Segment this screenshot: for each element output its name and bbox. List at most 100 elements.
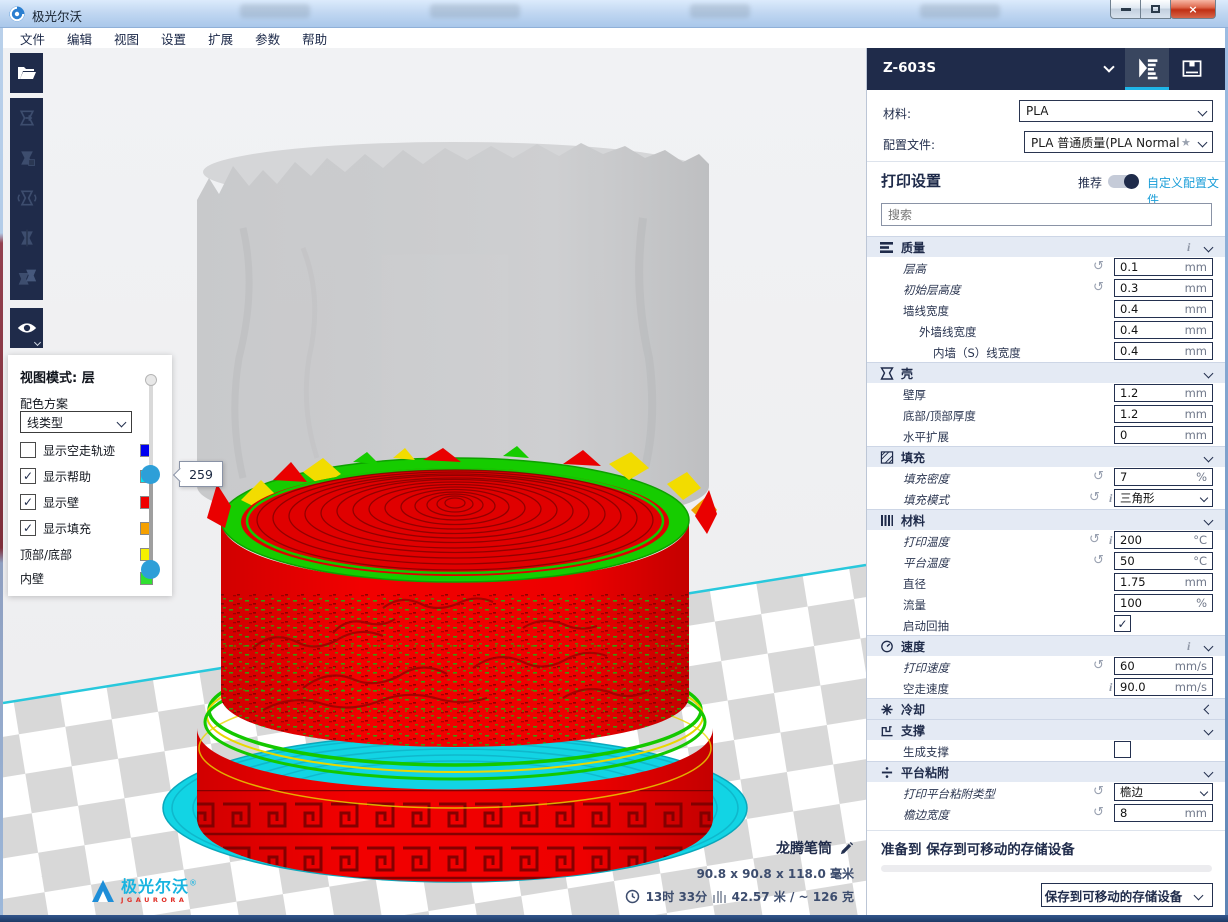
menu-view[interactable]: 视图 xyxy=(103,29,150,48)
per-model-settings-button[interactable] xyxy=(10,258,43,298)
layer-slider-top-handle[interactable] xyxy=(145,374,157,386)
show-shell-checkbox[interactable]: ✓ xyxy=(20,494,36,510)
chevron-down-icon xyxy=(1194,890,1204,900)
wall-thickness-input[interactable]: 1.2mm xyxy=(1114,384,1213,402)
top-bottom-thickness-input[interactable]: 1.2mm xyxy=(1114,405,1213,423)
print-time: 13时 33分 xyxy=(646,888,708,905)
profile-select[interactable]: PLA 普通质量(PLA Normal Qua ★ xyxy=(1024,131,1213,153)
flow-input[interactable]: 100% xyxy=(1114,594,1213,612)
setting-flow: 流量 100% xyxy=(867,593,1225,614)
info-icon: i xyxy=(1109,680,1112,695)
divider xyxy=(867,830,1225,831)
menu-edit[interactable]: 编辑 xyxy=(56,29,103,48)
printer-name[interactable]: Z-603S xyxy=(883,60,936,76)
search-input[interactable] xyxy=(882,205,1211,226)
titlebar[interactable]: 极光尔沃 × xyxy=(0,0,1228,28)
reset-icon[interactable]: ↺ xyxy=(1089,490,1100,505)
eye-icon xyxy=(16,321,38,335)
layer-height-input[interactable]: 0.1mm xyxy=(1114,258,1213,276)
info-icon: i xyxy=(1187,639,1190,654)
section-title: 填充 xyxy=(901,449,925,466)
outer-wall-line-width-input[interactable]: 0.4mm xyxy=(1114,321,1213,339)
section-infill[interactable]: 填充 xyxy=(867,446,1225,467)
toggle-knob xyxy=(1124,174,1139,189)
section-support[interactable]: 支撑 xyxy=(867,719,1225,740)
reset-icon[interactable]: ↺ xyxy=(1093,280,1104,295)
reset-icon[interactable]: ↺ xyxy=(1093,553,1104,568)
reset-icon[interactable]: ↺ xyxy=(1093,259,1104,274)
generate-support-checkbox[interactable] xyxy=(1114,741,1131,758)
section-quality[interactable]: 质量 i xyxy=(867,236,1225,257)
layer-slider-handle[interactable] xyxy=(141,465,160,484)
layer-slider-track-lower[interactable] xyxy=(149,474,153,573)
scale-tool-icon xyxy=(17,148,37,168)
reset-icon[interactable]: ↺ xyxy=(1093,658,1104,673)
setting-enable-retraction: 启动回抽 ✓ xyxy=(867,614,1225,635)
setting-infill-density: 填充密度 ↺ 7% xyxy=(867,467,1225,488)
view-mode-title: 视图模式: 层 xyxy=(20,367,95,386)
titlebar-artifact xyxy=(690,4,750,18)
setting-label: 底部/顶部厚度 xyxy=(903,408,976,424)
bed-temperature-input[interactable]: 50°C xyxy=(1114,552,1213,570)
section-shell[interactable]: 壳 xyxy=(867,362,1225,383)
printer-header: Z-603S xyxy=(867,48,1225,90)
wall-line-width-input[interactable]: 0.4mm xyxy=(1114,300,1213,318)
brim-width-input[interactable]: 8mm xyxy=(1114,804,1213,822)
reset-icon[interactable]: ↺ xyxy=(1093,805,1104,820)
print-temperature-input[interactable]: 200°C xyxy=(1114,531,1213,549)
rotate-tool-icon xyxy=(16,188,38,208)
recommended-custom-toggle[interactable] xyxy=(1108,175,1138,188)
menu-parameters[interactable]: 参数 xyxy=(244,29,291,48)
chevron-down-icon[interactable] xyxy=(1103,61,1114,72)
horizontal-expansion-input[interactable]: 0mm xyxy=(1114,426,1213,444)
save-to-removable-button[interactable]: 保存到可移动的存储设备 xyxy=(1041,883,1186,907)
adhesion-type-select[interactable]: 檐边 xyxy=(1114,783,1213,801)
inner-wall-line-width-input[interactable]: 0.4mm xyxy=(1114,342,1213,360)
open-file-button[interactable] xyxy=(10,53,43,93)
show-travels-checkbox[interactable] xyxy=(20,442,36,458)
viewport-3d[interactable]: 视图模式: 层 配色方案 线类型 显示空走轨迹 ✓ 显示帮助 ✓ xyxy=(3,48,866,915)
mirror-tool-button[interactable] xyxy=(10,218,43,258)
tab-prepare[interactable] xyxy=(1125,48,1169,90)
enable-retraction-checkbox[interactable]: ✓ xyxy=(1114,615,1131,632)
close-button[interactable]: × xyxy=(1170,0,1216,19)
print-speed-input[interactable]: 60mm/s xyxy=(1114,657,1213,675)
travel-speed-input[interactable]: 90.0mm/s xyxy=(1114,678,1213,696)
menu-file[interactable]: 文件 xyxy=(9,29,56,48)
layer-slider-bottom-handle[interactable] xyxy=(141,560,160,579)
save-options-dropdown[interactable] xyxy=(1185,883,1213,907)
view-mode-button[interactable] xyxy=(10,308,43,348)
edit-pencil-icon[interactable] xyxy=(839,841,854,856)
setting-horizontal-expansion: 水平扩展 0mm xyxy=(867,425,1225,446)
infill-density-input[interactable]: 7% xyxy=(1114,468,1213,486)
material-select[interactable]: PLA xyxy=(1019,100,1213,122)
rotate-tool-button[interactable] xyxy=(10,178,43,218)
minimize-button[interactable] xyxy=(1110,0,1141,19)
recommended-label: 推荐 xyxy=(1078,174,1102,191)
section-cooling[interactable]: 冷却 xyxy=(867,698,1225,719)
move-tool-button[interactable] xyxy=(10,98,43,138)
color-scheme-select[interactable]: 线类型 xyxy=(20,411,132,433)
profile-value: PLA 普通质量(PLA Normal Qua xyxy=(1031,134,1179,151)
setting-print-speed: 打印速度 ↺ 60mm/s xyxy=(867,656,1225,677)
infill-pattern-select[interactable]: 三角形 xyxy=(1114,489,1213,507)
initial-layer-height-input[interactable]: 0.3mm xyxy=(1114,279,1213,297)
maximize-button[interactable] xyxy=(1140,0,1171,19)
setting-print-temperature: 打印温度 ↺ i 200°C xyxy=(867,530,1225,551)
reset-icon[interactable]: ↺ xyxy=(1093,784,1104,799)
reset-icon[interactable]: ↺ xyxy=(1089,532,1100,547)
sliced-model[interactable] xyxy=(163,446,747,890)
window-controls: × xyxy=(1111,0,1216,19)
tab-monitor[interactable] xyxy=(1170,48,1214,90)
menu-settings[interactable]: 设置 xyxy=(150,29,197,48)
show-infill-checkbox[interactable]: ✓ xyxy=(20,520,36,536)
scale-tool-button[interactable] xyxy=(10,138,43,178)
show-helpers-checkbox[interactable]: ✓ xyxy=(20,468,36,484)
reset-icon[interactable]: ↺ xyxy=(1093,469,1104,484)
section-speed[interactable]: 速度 i xyxy=(867,635,1225,656)
filament-diameter-input[interactable]: 1.75mm xyxy=(1114,573,1213,591)
menu-extensions[interactable]: 扩展 xyxy=(197,29,244,48)
section-adhesion[interactable]: 平台粘附 xyxy=(867,761,1225,782)
menu-help[interactable]: 帮助 xyxy=(291,29,338,48)
section-material[interactable]: 材料 xyxy=(867,509,1225,530)
